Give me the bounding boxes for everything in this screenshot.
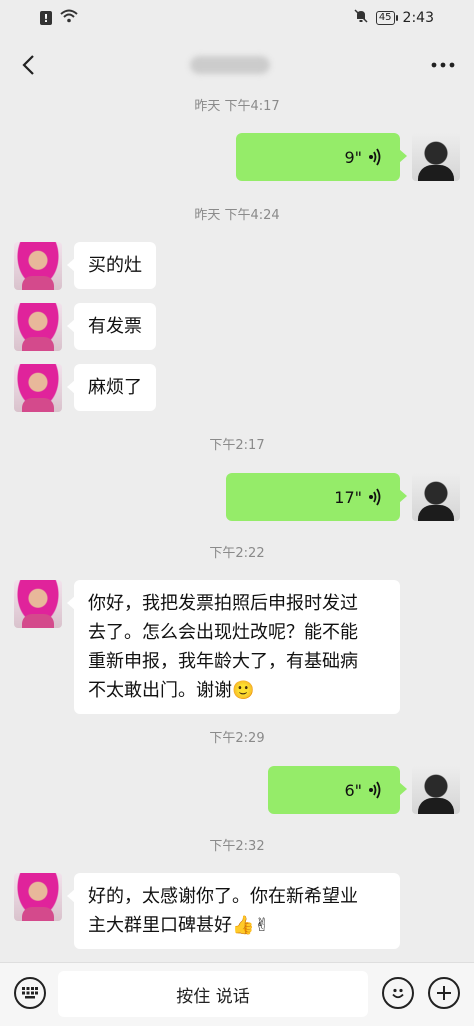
timestamp: 下午2:32 xyxy=(209,839,265,854)
message-line: 去了。怎么会出现灶改呢？能不能 xyxy=(88,622,358,643)
avatar-contact[interactable] xyxy=(14,364,62,412)
voice-wave-icon xyxy=(368,781,382,799)
contact-name-blurred xyxy=(190,56,270,74)
timestamp: 昨天 下午4:17 xyxy=(194,99,280,114)
text-message[interactable]: 麻烦了 xyxy=(67,364,156,411)
timestamp: 下午2:22 xyxy=(209,546,265,561)
message-text: 麻烦了 xyxy=(88,377,142,398)
more-icon[interactable] xyxy=(428,53,458,77)
message-line: 重新申报，我年龄大了，有基础病 xyxy=(88,651,358,672)
avatar-contact[interactable] xyxy=(14,242,62,290)
avatar-self[interactable] xyxy=(412,473,460,521)
voice-duration: 17" xyxy=(334,487,362,507)
text-message[interactable]: 有发票 xyxy=(67,303,156,350)
mute-icon xyxy=(354,9,368,27)
message-line: 主大群里口碑甚好👍✌ xyxy=(88,915,270,936)
hold-to-talk-button[interactable]: 按住 说话 xyxy=(58,971,368,1017)
timestamp: 昨天 下午4:24 xyxy=(194,208,280,223)
message-text: 买的灶 xyxy=(88,255,142,276)
timestamp: 下午2:29 xyxy=(209,731,265,746)
text-message[interactable]: 好的，太感谢你了。你在新希望业 主大群里口碑甚好👍✌ xyxy=(67,873,400,949)
voice-message[interactable]: 17" xyxy=(226,473,407,521)
status-icons-left: ! xyxy=(40,9,78,27)
avatar-contact[interactable] xyxy=(14,873,62,921)
voice-message[interactable]: 9" xyxy=(236,133,407,181)
battery-icon: 45 xyxy=(375,11,398,25)
text-message[interactable]: 你好，我把发票拍照后申报时发过 去了。怎么会出现灶改呢？能不能 重新申报，我年龄… xyxy=(67,580,400,714)
emoji-icon[interactable] xyxy=(382,977,414,1009)
message-line: 不太敢出门。谢谢🙂 xyxy=(88,680,255,701)
avatar-self[interactable] xyxy=(412,133,460,181)
timestamp: 下午2:17 xyxy=(209,438,265,453)
avatar-contact[interactable] xyxy=(14,303,62,351)
back-arrow-icon[interactable] xyxy=(16,53,40,77)
voice-message[interactable]: 6" xyxy=(268,766,407,814)
chat-header xyxy=(0,36,474,94)
message-line: 你好，我把发票拍照后申报时发过 xyxy=(88,593,358,614)
wifi-icon xyxy=(60,9,78,27)
voice-wave-icon xyxy=(368,488,382,506)
voice-duration: 6" xyxy=(344,780,362,800)
avatar-self[interactable] xyxy=(412,766,460,814)
message-text: 有发票 xyxy=(88,316,142,337)
voice-duration: 9" xyxy=(344,147,362,167)
voice-wave-icon xyxy=(368,148,382,166)
plus-icon[interactable] xyxy=(428,977,460,1009)
status-bar: ! 45 2:43 xyxy=(0,0,474,36)
text-message[interactable]: 买的灶 xyxy=(67,242,156,289)
avatar-contact[interactable] xyxy=(14,580,62,628)
message-line: 好的，太感谢你了。你在新希望业 xyxy=(88,886,358,907)
input-bar: 按住 说话 xyxy=(0,962,474,1026)
alert-icon: ! xyxy=(40,11,52,25)
keyboard-icon[interactable] xyxy=(14,977,46,1009)
clock: 2:43 xyxy=(402,10,434,26)
status-icons-right: 45 2:43 xyxy=(354,9,434,27)
